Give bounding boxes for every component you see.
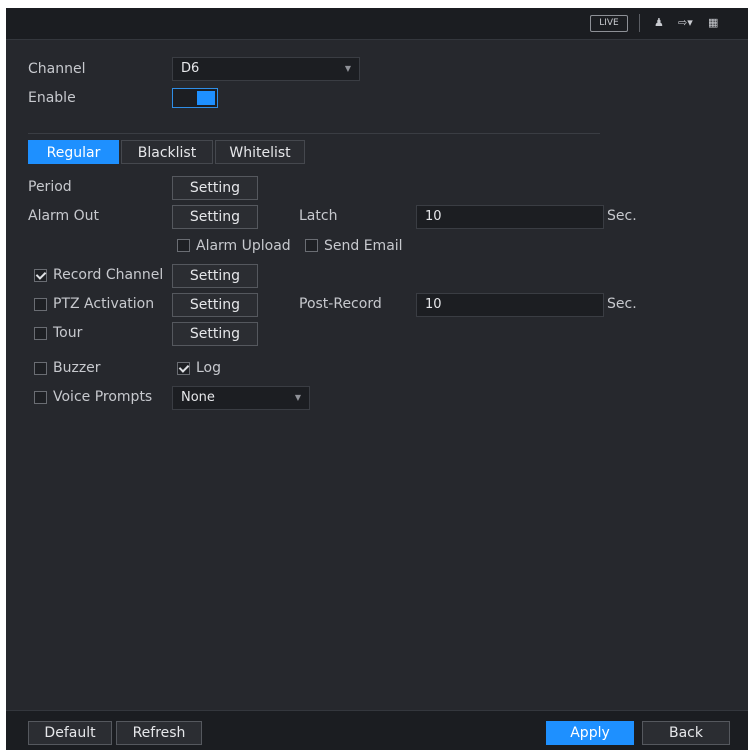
chevron-down-icon: ▼: [294, 393, 301, 402]
user-icon[interactable]: ♟: [654, 16, 664, 30]
refresh-button[interactable]: Refresh: [116, 721, 202, 745]
log-label: Log: [196, 360, 222, 376]
latch-input[interactable]: 10: [416, 205, 604, 229]
grid-menu-icon[interactable]: ▦: [708, 16, 718, 30]
enable-toggle[interactable]: [172, 88, 218, 108]
channel-value: D6: [181, 61, 200, 76]
record-channel-setting-button[interactable]: Setting: [172, 264, 258, 288]
record-channel-checkbox[interactable]: [34, 269, 47, 282]
alarm-out-label: Alarm Out: [28, 208, 100, 224]
post-record-unit: Sec.: [607, 296, 637, 312]
divider: [28, 133, 600, 134]
chevron-down-icon: ▼: [344, 64, 351, 73]
latch-label: Latch: [299, 208, 338, 224]
voice-prompts-value: None: [181, 390, 215, 405]
topbar-divider: [639, 14, 640, 32]
default-button[interactable]: Default: [28, 721, 112, 745]
enable-label: Enable: [28, 90, 76, 106]
toggle-knob: [197, 91, 215, 105]
alarm-out-setting-button[interactable]: Setting: [172, 205, 258, 229]
tour-label: Tour: [53, 325, 83, 341]
alarm-upload-checkbox[interactable]: [177, 239, 190, 252]
tab-blacklist[interactable]: Blacklist: [121, 140, 213, 164]
ptz-activation-label: PTZ Activation: [53, 296, 155, 312]
ptz-activation-setting-button[interactable]: Setting: [172, 293, 258, 317]
post-record-input[interactable]: 10: [416, 293, 604, 317]
post-record-label: Post-Record: [299, 296, 382, 312]
apply-button[interactable]: Apply: [546, 721, 634, 745]
channel-label: Channel: [28, 61, 86, 77]
period-setting-button[interactable]: Setting: [172, 176, 258, 200]
alarm-upload-label: Alarm Upload: [196, 238, 291, 254]
buzzer-checkbox[interactable]: [34, 362, 47, 375]
smart-event-settings-panel: LIVE ♟ ⇨▾ ▦ Channel D6 ▼ Enable Regular …: [6, 8, 748, 750]
live-button[interactable]: LIVE: [590, 15, 628, 32]
period-label: Period: [28, 179, 72, 195]
tour-setting-button[interactable]: Setting: [172, 322, 258, 346]
latch-unit: Sec.: [607, 208, 637, 224]
voice-prompts-select[interactable]: None ▼: [172, 386, 310, 410]
send-email-checkbox[interactable]: [305, 239, 318, 252]
log-checkbox[interactable]: [177, 362, 190, 375]
tour-checkbox[interactable]: [34, 327, 47, 340]
voice-prompts-checkbox[interactable]: [34, 391, 47, 404]
voice-prompts-label: Voice Prompts: [53, 389, 153, 405]
record-channel-label: Record Channel: [53, 267, 164, 283]
back-button[interactable]: Back: [642, 721, 730, 745]
channel-select[interactable]: D6 ▼: [172, 57, 360, 81]
buzzer-label: Buzzer: [53, 360, 101, 376]
top-bar: LIVE ♟ ⇨▾ ▦: [6, 8, 748, 40]
send-email-label: Send Email: [324, 238, 403, 254]
tab-regular[interactable]: Regular: [28, 140, 119, 164]
latch-value: 10: [425, 209, 442, 224]
tab-whitelist[interactable]: Whitelist: [215, 140, 305, 164]
post-record-value: 10: [425, 297, 442, 312]
logout-icon[interactable]: ⇨▾: [678, 16, 693, 30]
bottom-bar: Default Refresh Apply Back: [6, 710, 748, 750]
ptz-activation-checkbox[interactable]: [34, 298, 47, 311]
